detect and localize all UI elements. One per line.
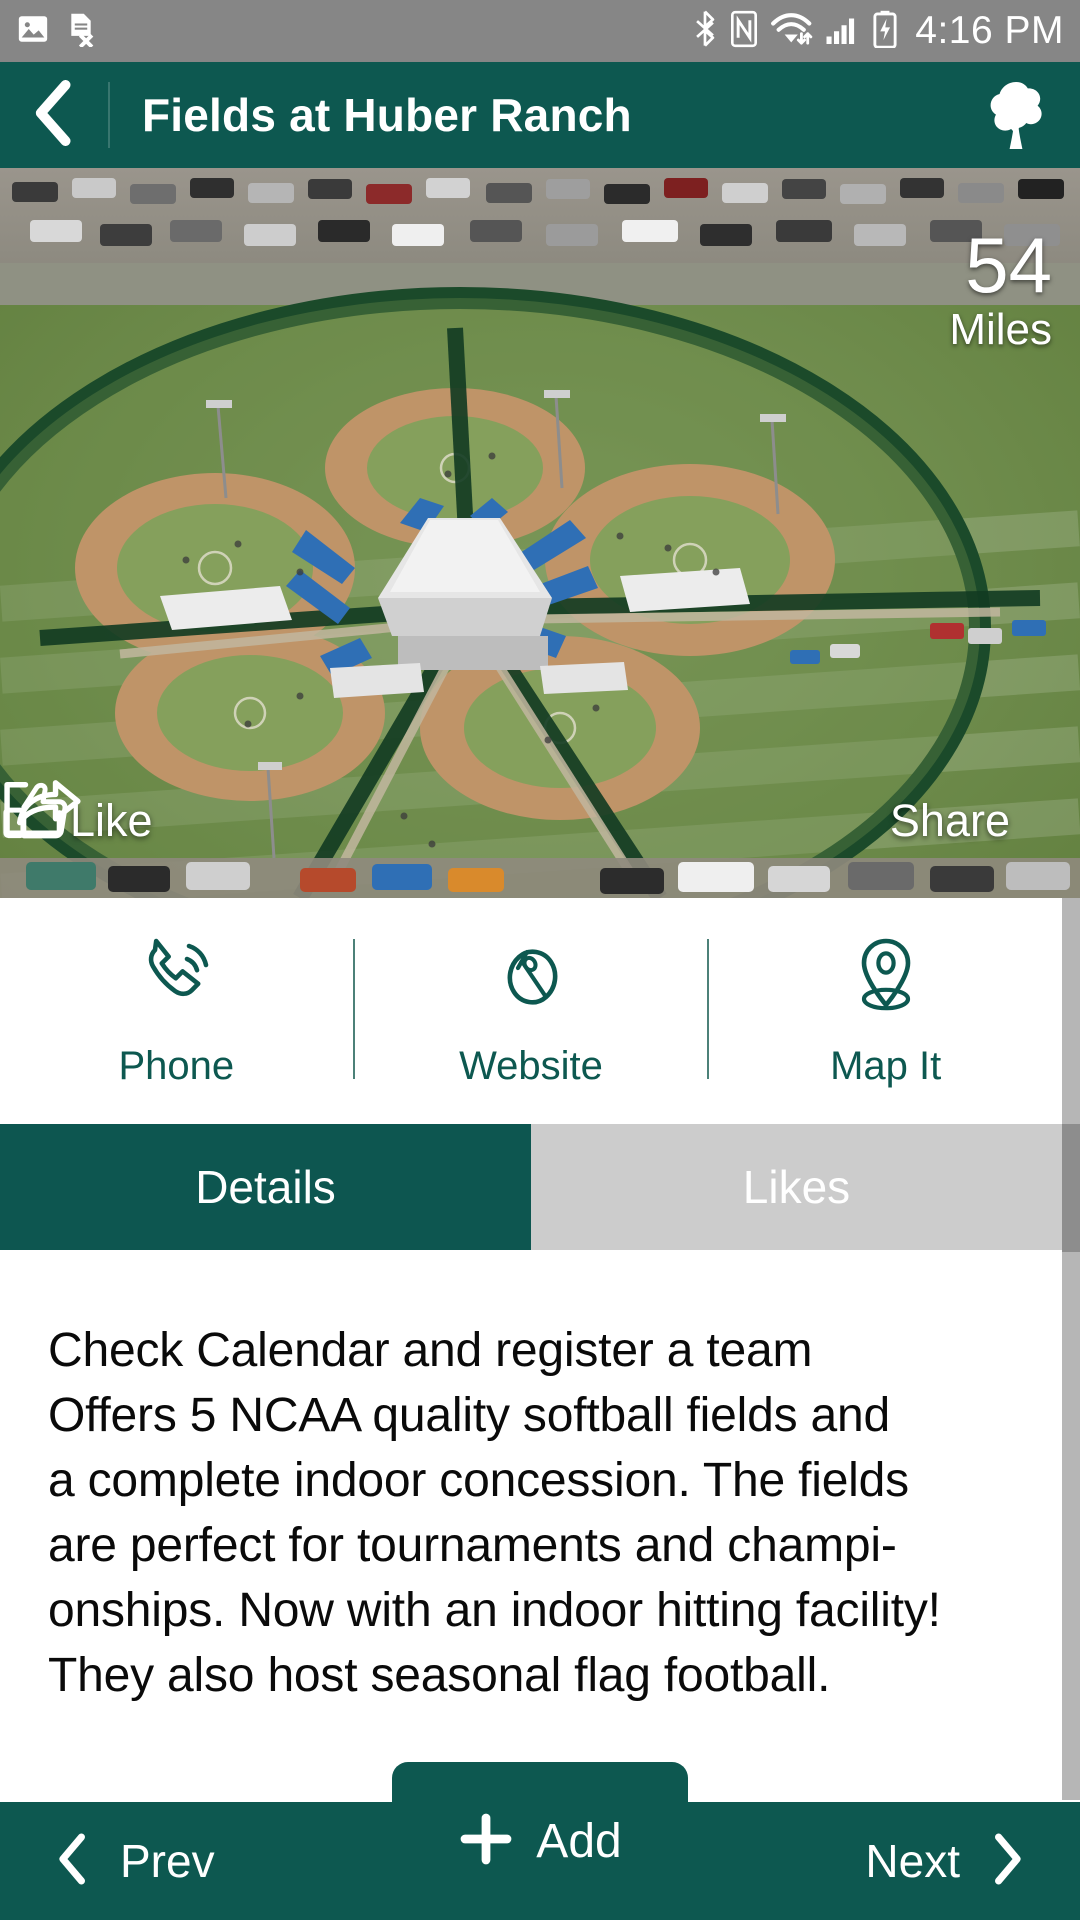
map-it-label: Map It	[830, 1044, 942, 1088]
tab-details-label: Details	[195, 1161, 336, 1213]
tab-likes-label: Likes	[742, 1161, 851, 1213]
map-pin-icon	[838, 929, 934, 1030]
bluetooth-icon	[692, 10, 718, 53]
distance-unit: Miles	[949, 305, 1052, 354]
scrollbar-track[interactable]	[1062, 898, 1080, 1800]
add-label: Add	[536, 1814, 622, 1868]
chevron-left-icon	[56, 1832, 90, 1891]
status-bar-left-icons	[16, 11, 98, 52]
phone-action[interactable]: Phone	[0, 898, 353, 1120]
distance-badge: 54 Miles	[949, 226, 1052, 352]
page-title: Fields at Huber Ranch	[142, 89, 632, 141]
tree-logo-icon[interactable]	[980, 75, 1052, 155]
battery-charging-icon	[872, 10, 898, 53]
prev-button[interactable]: Prev	[0, 1832, 360, 1891]
share-label: Share	[889, 795, 1010, 846]
contact-separator-2	[707, 939, 710, 1079]
add-button[interactable]: Add	[392, 1762, 688, 1920]
status-bar: 4:16 PM	[0, 0, 1080, 62]
plus-icon	[458, 1811, 514, 1872]
website-label: Website	[459, 1044, 603, 1088]
image-icon	[16, 12, 50, 51]
website-action[interactable]: Website	[355, 898, 708, 1120]
prev-label: Prev	[120, 1835, 215, 1887]
scrollbar-thumb[interactable]	[1062, 1124, 1080, 1252]
details-description: Check Calendar and register a team Offer…	[48, 1324, 941, 1702]
tab-details[interactable]: Details	[0, 1124, 531, 1250]
distance-value: 54	[965, 221, 1052, 309]
app-header: Fields at Huber Ranch	[0, 62, 1080, 168]
contact-separator-1	[352, 939, 355, 1079]
map-it-action[interactable]: Map It	[709, 898, 1062, 1120]
wifi-icon	[770, 10, 814, 53]
photo-action-row: Like Share	[0, 776, 1080, 866]
details-panel: Check Calendar and register a team Offer…	[0, 1250, 1062, 1790]
like-label: Like	[70, 795, 153, 846]
venue-photo[interactable]: 54 Miles Like Share	[0, 168, 1080, 898]
tab-bar: Details Likes	[0, 1124, 1062, 1250]
chevron-right-icon	[990, 1832, 1024, 1891]
sim-card-error-icon	[64, 11, 98, 52]
next-label: Next	[865, 1835, 960, 1887]
phone-call-icon	[128, 929, 224, 1030]
contact-action-row: Phone Website Map It	[0, 898, 1062, 1120]
header-divider	[108, 82, 110, 148]
status-bar-clock: 4:16 PM	[915, 9, 1064, 52]
phone-label: Phone	[118, 1044, 235, 1088]
back-button[interactable]	[0, 62, 108, 168]
nfc-icon	[729, 10, 759, 53]
cellular-signal-icon	[825, 12, 861, 51]
chevron-left-icon	[31, 79, 77, 151]
share-button[interactable]: Share	[4, 780, 1036, 847]
tab-likes[interactable]: Likes	[531, 1124, 1062, 1250]
next-button[interactable]: Next	[720, 1832, 1080, 1891]
computer-mouse-icon	[483, 929, 579, 1030]
status-bar-right-icons: 4:16 PM	[692, 9, 1064, 53]
